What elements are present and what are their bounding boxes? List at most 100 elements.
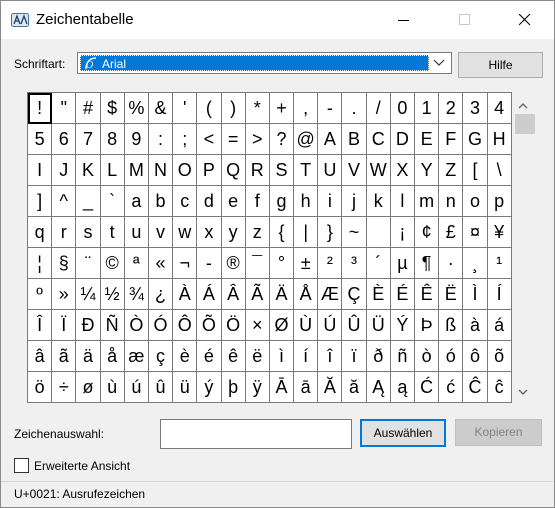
character-cell[interactable]: Î (28, 310, 53, 341)
character-cell[interactable]: Â (221, 279, 246, 310)
character-cell[interactable]: ø (76, 372, 101, 403)
character-cell[interactable]: s (76, 217, 101, 248)
grid-scrollbar[interactable] (513, 92, 535, 402)
character-cell[interactable]: 0 (390, 93, 415, 124)
character-cell[interactable]: S (269, 155, 295, 186)
character-cell[interactable]: ^ (52, 186, 77, 217)
character-selection-input[interactable] (160, 419, 352, 449)
character-cell[interactable]: ë (245, 341, 270, 372)
character-cell[interactable]: · (439, 248, 464, 279)
character-cell[interactable]: ă (342, 372, 367, 403)
character-cell[interactable]: = (221, 124, 246, 155)
character-cell[interactable]: È (366, 279, 391, 310)
character-cell[interactable]: c (173, 186, 198, 217)
character-cell[interactable]: ß (439, 310, 464, 341)
character-cell[interactable]: Ò (124, 310, 149, 341)
character-cell[interactable]: © (100, 248, 125, 279)
character-cell[interactable]: ù (100, 372, 125, 403)
character-cell[interactable]: | (294, 217, 319, 248)
character-cell[interactable]: . (342, 93, 367, 124)
character-cell[interactable]: Û (342, 310, 367, 341)
character-cell[interactable]: - (318, 93, 343, 124)
scrollbar-thumb[interactable] (515, 114, 535, 134)
scroll-up-arrow-icon[interactable] (518, 98, 528, 112)
scroll-down-arrow-icon[interactable] (518, 385, 528, 399)
character-cell[interactable]: ¼ (76, 279, 101, 310)
character-cell[interactable]: 4 (487, 93, 512, 124)
character-cell[interactable]: ¡ (390, 217, 415, 248)
character-cell[interactable]: W (366, 155, 391, 186)
character-cell[interactable]: A (318, 124, 343, 155)
minimize-button[interactable] (381, 1, 427, 39)
character-cell[interactable]: ü (173, 372, 198, 403)
character-cell[interactable]: H (487, 124, 512, 155)
chevron-down-icon[interactable] (433, 57, 445, 71)
character-cell[interactable]: z (245, 217, 270, 248)
character-cell[interactable]: _ (76, 186, 101, 217)
character-cell[interactable]: ¿ (148, 279, 174, 310)
character-cell[interactable]: Ã (245, 279, 270, 310)
character-cell[interactable]: þ (221, 372, 246, 403)
character-cell[interactable]: E (415, 124, 440, 155)
advanced-view-label[interactable]: Erweiterte Ansicht (34, 459, 130, 473)
character-cell[interactable]: $ (100, 93, 125, 124)
character-cell[interactable]: \ (487, 155, 512, 186)
character-cell[interactable]: X (390, 155, 415, 186)
character-cell[interactable]: - (197, 248, 222, 279)
character-cell[interactable]: Ñ (100, 310, 125, 341)
character-cell[interactable]: õ (487, 341, 512, 372)
character-cell[interactable]: @ (294, 124, 319, 155)
character-cell[interactable]: Ý (390, 310, 415, 341)
character-cell[interactable]: ¨ (76, 248, 101, 279)
character-cell[interactable]: ç (148, 341, 174, 372)
character-cell[interactable]: ā (294, 372, 319, 403)
character-cell[interactable]: è (173, 341, 198, 372)
character-cell[interactable]: Ä (269, 279, 295, 310)
character-cell[interactable]: K (76, 155, 101, 186)
character-cell[interactable]: Å (294, 279, 319, 310)
character-cell[interactable]: Í (487, 279, 512, 310)
character-cell[interactable]: N (148, 155, 174, 186)
character-cell[interactable]: v (148, 217, 174, 248)
character-cell[interactable]: B (342, 124, 367, 155)
character-cell[interactable]: ĉ (487, 372, 512, 403)
character-cell[interactable]: j (342, 186, 367, 217)
character-cell[interactable]: Ë (439, 279, 464, 310)
character-cell[interactable]: Z (439, 155, 464, 186)
character-cell[interactable]: ~ (342, 217, 367, 248)
character-cell[interactable]: Ö (221, 310, 246, 341)
character-cell[interactable]: ã (52, 341, 77, 372)
character-cell[interactable]: ą (390, 372, 415, 403)
character-cell[interactable]: Ą (366, 372, 391, 403)
character-cell[interactable]: ! (28, 93, 53, 124)
font-dropdown[interactable]: O Arial (77, 52, 452, 74)
character-cell[interactable]: l (390, 186, 415, 217)
character-cell[interactable]: ý (197, 372, 222, 403)
character-cell[interactable]: ć (439, 372, 464, 403)
character-cell[interactable]: Ì (463, 279, 488, 310)
character-cell[interactable]: × (245, 310, 270, 341)
character-grid[interactable]: ! " # $% & '() * +, -./0 1 2 3 4 5 6 7 8 9:; < = >? @ A B C D E F G H… (27, 92, 512, 403)
character-cell[interactable]: V (342, 155, 367, 186)
character-cell[interactable]: à (463, 310, 488, 341)
character-cell[interactable] (366, 217, 391, 248)
character-cell[interactable]: ö (28, 372, 53, 403)
character-cell[interactable]: ± (294, 248, 319, 279)
character-cell[interactable]: ¾ (124, 279, 149, 310)
character-cell[interactable]: ä (76, 341, 101, 372)
character-cell[interactable]: o (463, 186, 488, 217)
character-cell[interactable]: F (439, 124, 464, 155)
title-bar[interactable]: Zeichentabelle (1, 1, 554, 39)
character-cell[interactable]: Ï (52, 310, 77, 341)
character-cell[interactable]: { (269, 217, 295, 248)
character-cell[interactable]: Ê (415, 279, 440, 310)
character-cell[interactable]: ÷ (52, 372, 77, 403)
character-cell[interactable]: Ú (318, 310, 343, 341)
character-cell[interactable]: » (52, 279, 77, 310)
character-cell[interactable]: p (487, 186, 512, 217)
character-cell[interactable]: w (173, 217, 198, 248)
character-cell[interactable]: M (124, 155, 149, 186)
character-cell[interactable]: q (28, 217, 53, 248)
character-cell[interactable]: Ù (294, 310, 319, 341)
character-cell[interactable]: L (100, 155, 125, 186)
